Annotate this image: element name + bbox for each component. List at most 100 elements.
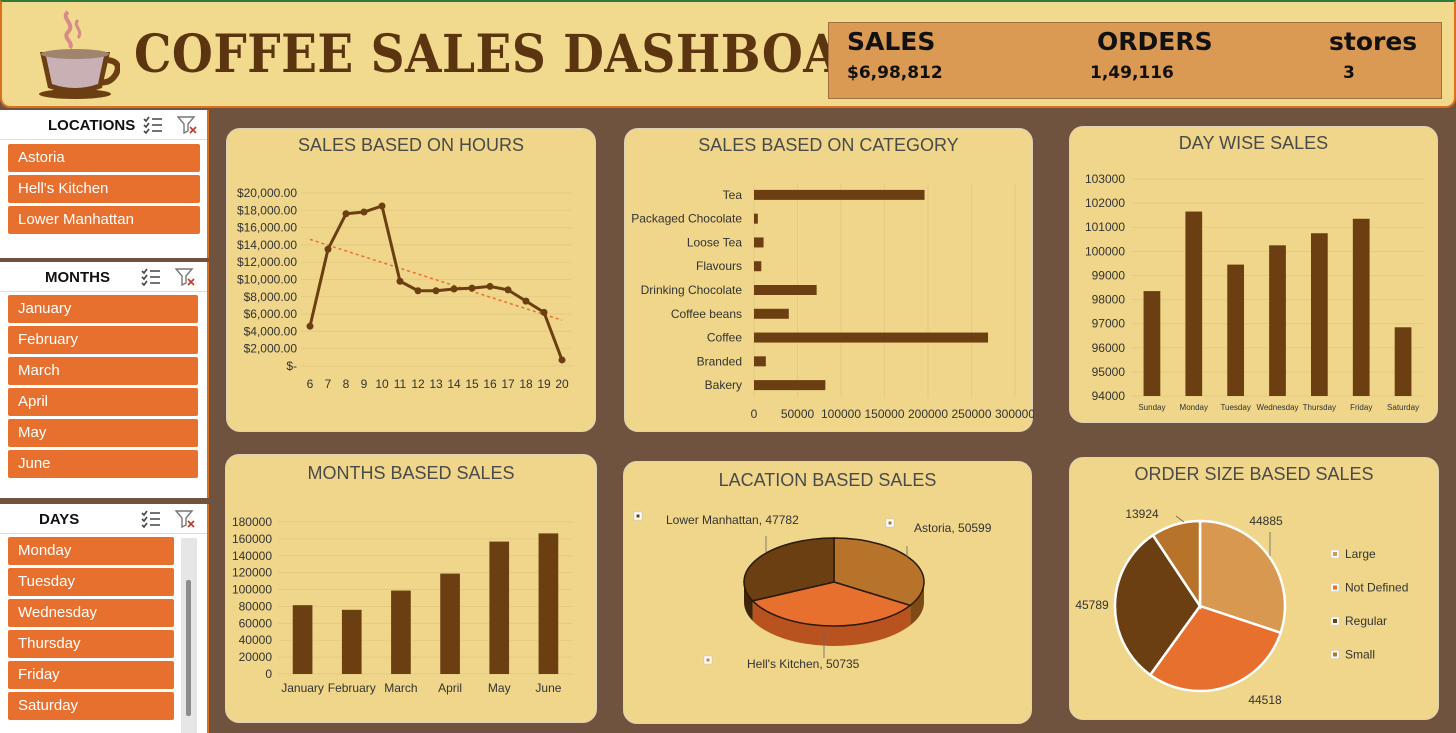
month-item[interactable]: January xyxy=(8,295,198,323)
y-tick-label: $20,000.00 xyxy=(237,186,297,200)
day-item[interactable]: Monday xyxy=(8,537,174,565)
x-tick-label: 9 xyxy=(361,377,368,391)
location-item[interactable]: Lower Manhattan xyxy=(8,206,200,234)
data-point xyxy=(378,202,386,210)
x-tick-label: 14 xyxy=(447,377,461,391)
day-item[interactable]: Saturday xyxy=(8,692,174,720)
bar xyxy=(754,332,989,343)
coffee-cup-icon xyxy=(39,10,120,99)
month-item[interactable]: March xyxy=(8,357,198,385)
y-tick-label: 101000 xyxy=(1085,220,1125,234)
clear-filter-icon[interactable] xyxy=(175,510,195,528)
x-tick-label: May xyxy=(488,681,511,695)
data-point xyxy=(342,210,350,218)
y-tick-label: 40000 xyxy=(239,633,273,647)
location-item[interactable]: Hell's Kitchen xyxy=(8,175,200,203)
bar xyxy=(754,237,764,248)
y-tick-label: 100000 xyxy=(1085,244,1125,258)
x-tick-label: Thursday xyxy=(1303,403,1336,412)
hours-line-chart: $- $2,000.00 $4,000.00 $6,000.00 $8,000.00 $1… xyxy=(237,186,571,391)
day-item[interactable]: Friday xyxy=(8,661,174,689)
days-scrollbar[interactable] xyxy=(181,538,197,733)
data-point xyxy=(486,282,494,290)
bar xyxy=(754,189,925,200)
y-tick-label: 100000 xyxy=(232,583,272,597)
y-tick-label: $12,000.00 xyxy=(237,255,297,269)
y-tick-label: 102000 xyxy=(1085,196,1125,210)
y-tick-label: 96000 xyxy=(1092,341,1126,355)
data-point xyxy=(414,287,422,295)
x-tick-label: 6 xyxy=(307,377,314,391)
category-label: Tea xyxy=(723,188,743,202)
data-point xyxy=(558,356,566,364)
legend-label: Small xyxy=(1345,648,1375,662)
days-chart-panel: DAY WISE SALES 94000 95000 96000 97000 98000… xyxy=(1069,126,1438,423)
bar xyxy=(1394,327,1412,396)
slicer-header: DAYS xyxy=(0,504,207,534)
month-item[interactable]: February xyxy=(8,326,198,354)
x-tick-label: Saturday xyxy=(1387,403,1419,412)
bar xyxy=(1185,211,1203,396)
month-item[interactable]: April xyxy=(8,388,198,416)
x-tick-label: 150000 xyxy=(864,407,904,421)
y-tick-label: 80000 xyxy=(239,599,273,613)
category-label: Loose Tea xyxy=(687,235,742,249)
month-item[interactable]: June xyxy=(8,450,198,478)
legend-label: Not Defined xyxy=(1345,581,1408,595)
x-tick-label: 18 xyxy=(519,377,533,391)
legend-marker-dot xyxy=(706,658,710,662)
x-tick-label: 19 xyxy=(537,377,551,391)
data-label: Astoria, 50599 xyxy=(914,521,992,535)
category-label: Coffee xyxy=(707,331,742,345)
sales-kpi-value: $6,98,812 xyxy=(847,63,943,83)
category-label: Branded xyxy=(697,354,742,368)
day-item[interactable]: Wednesday xyxy=(8,599,174,627)
bar xyxy=(754,380,826,391)
clear-filter-icon[interactable] xyxy=(177,116,197,134)
y-tick-label: $4,000.00 xyxy=(244,324,298,338)
day-item[interactable]: Tuesday xyxy=(8,568,174,596)
location-item[interactable]: Astoria xyxy=(8,144,200,172)
x-tick-label: February xyxy=(328,681,376,695)
multi-select-icon[interactable] xyxy=(141,268,161,286)
data-point xyxy=(468,284,476,292)
x-tick-label: 16 xyxy=(483,377,497,391)
scrollbar-thumb[interactable] xyxy=(186,580,191,716)
data-point xyxy=(522,297,530,305)
y-tick-label: 99000 xyxy=(1092,268,1126,282)
y-tick-label: $16,000.00 xyxy=(237,221,297,235)
legend-marker-dot xyxy=(1333,619,1337,623)
y-tick-label: 94000 xyxy=(1092,389,1126,403)
ordersize-chart-panel: ORDER SIZE BASED SALES 44885 44518 45789 13… xyxy=(1069,457,1439,720)
slicer-title: DAYS xyxy=(39,511,80,528)
data-label: 13924 xyxy=(1125,507,1159,521)
y-tick-label: $10,000.00 xyxy=(237,273,297,287)
x-tick-label: 12 xyxy=(411,377,425,391)
x-tick-label: January xyxy=(281,681,324,695)
bar xyxy=(391,590,411,674)
x-tick-label: 250000 xyxy=(951,407,991,421)
multi-select-icon[interactable] xyxy=(141,510,161,528)
data-label: Hell's Kitchen, 50735 xyxy=(747,657,860,671)
legend-marker-dot xyxy=(636,514,640,518)
multi-select-icon[interactable] xyxy=(143,116,163,134)
months-slicer: MONTHS January February March April May … xyxy=(0,262,209,498)
month-item[interactable]: May xyxy=(8,419,198,447)
locations-pie-chart: Astoria, 50599 Hell's Kitchen, 50735 Lower… xyxy=(633,511,992,671)
data-point xyxy=(396,277,404,285)
clear-filter-icon[interactable] xyxy=(175,268,195,286)
dashboard-title: COFFEE SALES DASHBOARD xyxy=(134,24,922,86)
y-tick-label: $- xyxy=(286,359,297,373)
dashboard-header: COFFEE SALES DASHBOARD SALES $6,98,812 O… xyxy=(0,0,1456,108)
x-tick-label: 17 xyxy=(501,377,515,391)
hours-chart-panel: SALES BASED ON HOURS $- $2,000.00 $4,000.0… xyxy=(226,128,596,432)
stores-kpi-label: stores xyxy=(1329,27,1418,56)
bar xyxy=(754,356,766,367)
bar xyxy=(440,573,460,674)
bar xyxy=(754,213,758,224)
legend-label: Regular xyxy=(1345,614,1387,628)
orders-kpi-value: 1,49,116 xyxy=(1090,63,1174,83)
day-item[interactable]: Thursday xyxy=(8,630,174,658)
y-tick-label: $2,000.00 xyxy=(244,342,298,356)
sales-line xyxy=(308,204,564,361)
